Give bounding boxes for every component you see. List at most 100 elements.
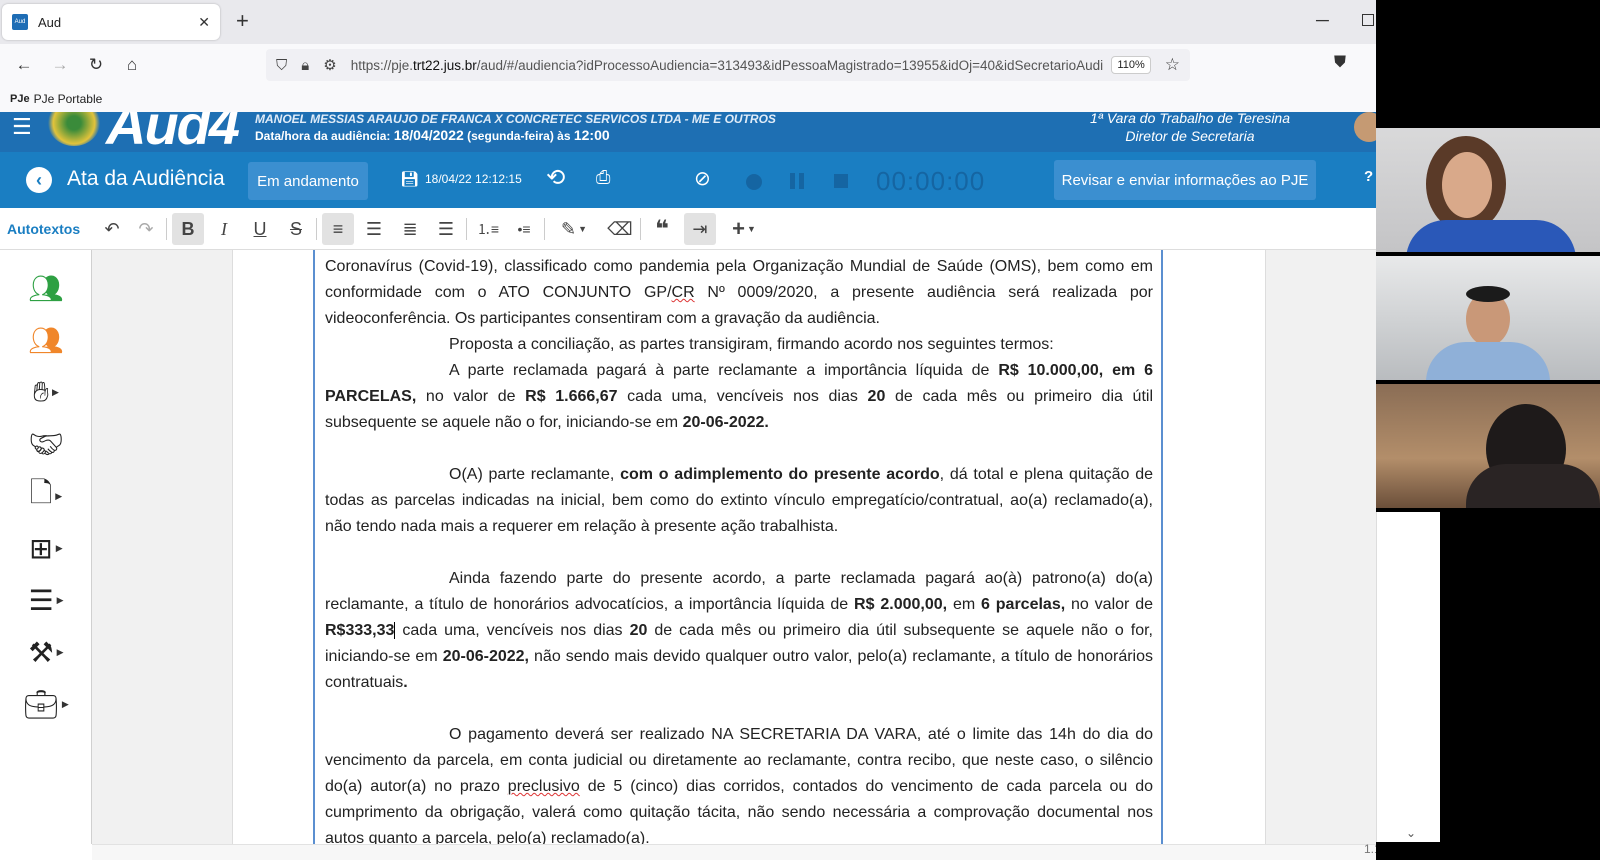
people-orange-icon[interactable]: 👥︎ [0,318,92,362]
paragraph-quitation: O(A) parte reclamante, com o adimplement… [325,466,1153,535]
hand-icon[interactable]: ✋︎ ▶ [0,370,92,414]
blockquote-icon[interactable]: ❝ [646,213,678,245]
history-icon[interactable]: ⟲ [546,164,565,191]
participant-face [1442,152,1492,218]
page-titlebar: ‹ Ata da Audiência Em andamento 💾︎ 18/04… [0,152,1376,208]
address-bar[interactable]: ⛉ 🔒︎ ⚙ https://pje.trt22.jus.br/aud/#/au… [266,49,1190,81]
url-text[interactable]: https://pje.trt22.jus.br/aud/#/audiencia… [351,58,1104,73]
toolbar-divider [316,218,317,240]
court-name: 1ª Vara do Trabalho de Teresina [1089,112,1290,126]
indent-icon[interactable]: ⇥ [684,213,716,245]
user-role: Diretor de Secretaria [1125,128,1255,144]
paragraph-proposal: Proposta a conciliação, as partes transi… [449,336,1054,353]
browser-nav-bar: ← → ↻ ⌂ ⛉ 🔒︎ ⚙ https://pje.trt22.jus.br/… [0,44,1376,86]
strikethrough-icon[interactable]: S [280,213,312,245]
user-avatar[interactable] [1354,112,1376,142]
align-right-icon[interactable]: ☰ [430,213,462,245]
menu-hamburger-icon[interactable]: ☰ [12,114,32,140]
participant-video-1[interactable] [1376,128,1600,252]
paragraph-payment-location: O pagamento deverá ser realizado NA SECR… [325,726,1154,844]
status-button[interactable]: Em andamento [248,162,368,200]
browser-tab-strip: Aud Aud ✕ + ─ [0,0,1376,44]
participant-body [1426,342,1550,380]
reload-icon[interactable]: ↻ [78,55,114,75]
camera-off-icon[interactable]: ⊘ [694,166,711,191]
app-logo: Aud4 [106,112,240,152]
save-icon[interactable]: 💾︎ [400,170,419,188]
highlight-color-icon[interactable]: ✎ ▼ [552,213,596,245]
numbered-list-icon[interactable]: ⒈≡ [472,213,504,245]
handshake-icon[interactable]: 🤝︎ [0,422,92,466]
gavel-icon[interactable]: ⚒ ▶ [0,630,92,674]
scroll-down-icon[interactable]: ⌄ [1406,826,1416,840]
insert-plus-icon[interactable]: + ▼ [722,213,766,245]
bullet-list-icon[interactable]: •≡ [508,213,540,245]
close-tab-icon[interactable]: ✕ [198,14,210,31]
bookmark-pje-portable[interactable]: PJe Portable [34,92,103,106]
align-left-icon[interactable]: ☰ [358,213,390,245]
document-text[interactable]: Coronavírus (Covid-19), classificado com… [325,254,1153,844]
back-button[interactable]: ‹ [26,167,52,193]
undo-icon[interactable]: ↶ [96,213,128,245]
brazil-emblem-icon [48,112,100,146]
record-icon[interactable] [746,174,762,190]
participant-hair [1466,286,1510,302]
stop-icon[interactable] [834,174,848,188]
forward-arrow-icon[interactable]: → [42,55,78,75]
italic-icon[interactable]: I [208,213,240,245]
aud-favicon-icon: Aud [12,14,28,30]
document-area: Coronavírus (Covid-19), classificado com… [92,250,1376,844]
paragraph-intro: Coronavírus (Covid-19), classificado com… [325,258,1153,327]
case-title: MANOEL MESSIAS ARAUJO DE FRANCA X CONCRE… [255,112,776,126]
pocket-icon[interactable]: ⛊ [1334,54,1346,72]
align-center-icon[interactable]: ≣ [394,213,426,245]
participant-body [1466,464,1600,508]
print-icon[interactable]: ⎙ [596,167,610,188]
paragraph-payment-terms: A parte reclamada pagará à parte reclama… [325,362,1153,431]
review-send-pje-button[interactable]: Revisar e enviar informações ao PJE [1054,160,1316,200]
briefcase-icon[interactable]: 💼︎ ▶ [0,682,92,726]
people-green-icon[interactable]: 👥︎ [0,266,92,310]
tab-title: Aud [38,14,62,30]
page-title: Ata da Audiência [67,167,225,190]
list-icon[interactable]: ☰ ▶ [0,578,92,622]
autotext-sidebar: 👥︎ 👥︎ ✋︎ ▶ 🤝︎ 🗋 ▶ ⊞ ▶ ☰ ▶ ⚒ ▶ 💼︎ ▶ [0,250,92,844]
text-editor[interactable]: Coronavírus (Covid-19), classificado com… [313,250,1163,844]
participant-video-3[interactable] [1376,384,1600,508]
shield-icon[interactable]: ⛉ [276,57,287,74]
maximize-window-icon[interactable] [1362,14,1374,26]
redo-icon[interactable]: ↷ [130,213,162,245]
toolbar-divider [544,218,545,240]
new-tab-button[interactable]: + [236,8,249,34]
lock-icon[interactable]: 🔒︎ [301,57,309,74]
editor-toolbar: Autotextos ↶ ↷ B I U S ≡ ☰ ≣ ☰ ⒈≡ •≡ ✎ ▼ … [0,208,1376,250]
participant-video-2[interactable] [1376,256,1600,380]
toolbar-divider [466,218,467,240]
permissions-icon[interactable]: ⚙ [323,56,336,74]
back-arrow-icon[interactable]: ← [6,55,42,75]
medical-kit-icon[interactable]: ⊞ ▶ [0,526,92,570]
help-icon[interactable]: ? [1364,168,1373,185]
paragraph-attorney-fees: Ainda fazendo parte do presente acordo, … [325,570,1154,691]
underline-icon[interactable]: U [244,213,276,245]
autotextos-tab[interactable]: Autotextos [7,221,80,237]
minimize-window-icon[interactable]: ─ [1316,10,1329,31]
home-icon[interactable]: ⌂ [114,55,150,75]
recording-timer: 00:00:00 [876,166,986,196]
participant-body [1406,220,1576,252]
zoom-level-badge[interactable]: 110% [1111,56,1151,74]
document-icon[interactable]: 🗋 ▶ [0,474,92,518]
browser-tab[interactable]: Aud Aud ✕ [2,4,220,40]
bold-icon[interactable]: B [172,213,204,245]
horizontal-scrollbar[interactable] [92,844,1376,860]
pause-icon[interactable] [790,173,804,189]
align-justify-icon[interactable]: ≡ [322,213,354,245]
bookmarks-bar: PJe PJe Portable [0,86,1376,112]
app-header: ☰ Aud4 MANOEL MESSIAS ARAUJO DE FRANCA X… [0,112,1376,152]
document-page: Coronavírus (Covid-19), classificado com… [232,250,1266,844]
eraser-icon[interactable]: ⌫ [604,213,636,245]
bookmark-star-icon[interactable]: ☆ [1165,55,1180,75]
